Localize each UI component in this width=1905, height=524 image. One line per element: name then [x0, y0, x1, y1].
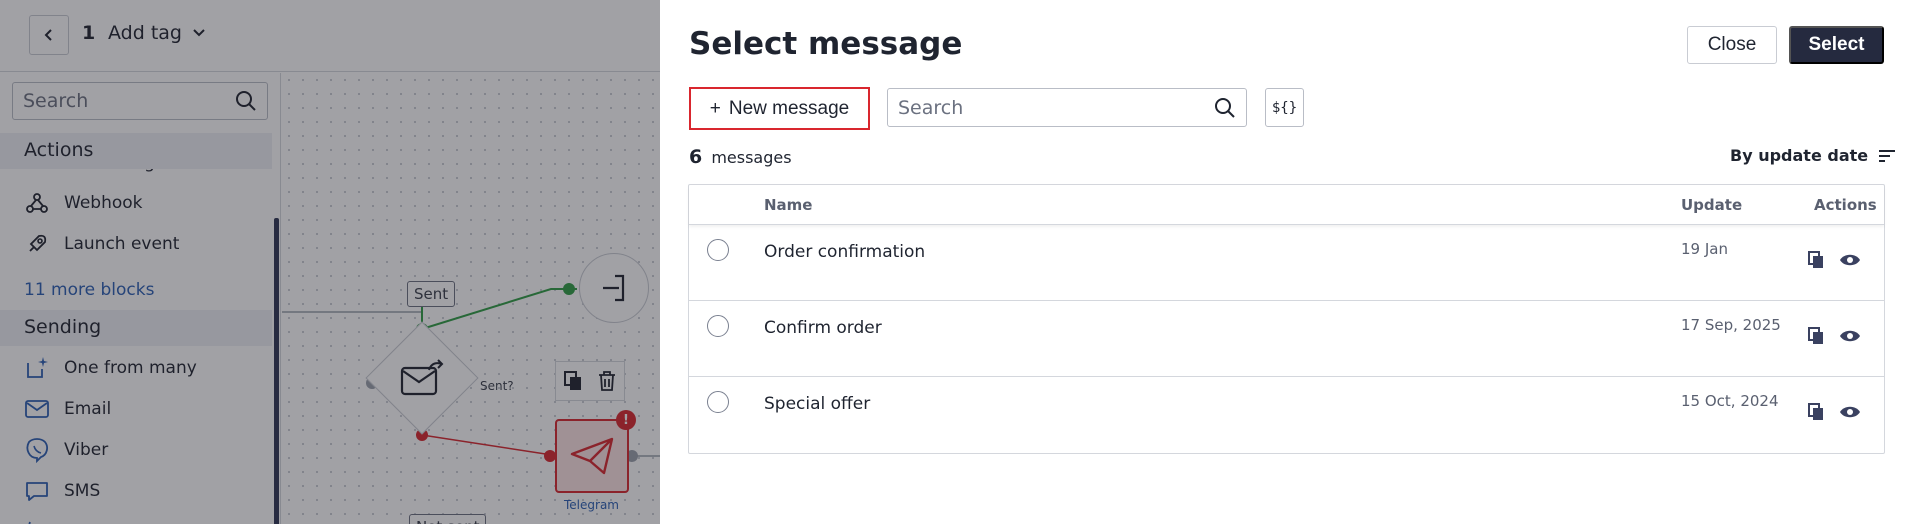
search-icon: [1215, 97, 1235, 118]
sort-lines-icon: [1879, 149, 1896, 162]
message-search-placeholder: Search: [898, 96, 964, 119]
column-header-name: Name: [764, 196, 813, 214]
copy-icon[interactable]: [1807, 326, 1825, 346]
message-name: Special offer: [764, 394, 871, 414]
eye-icon[interactable]: [1839, 404, 1861, 420]
variables-button[interactable]: ${}: [1265, 88, 1304, 127]
table-row[interactable]: Special offer 15 Oct, 2024: [689, 377, 1884, 453]
message-count-unit: messages: [711, 148, 792, 167]
message-count-value: 6: [689, 146, 703, 168]
panel-title: Select message: [689, 26, 963, 62]
sort-dropdown[interactable]: By update date: [1730, 146, 1896, 165]
eye-icon[interactable]: [1839, 328, 1861, 344]
message-date: 19 Jan: [1681, 240, 1728, 258]
row-radio[interactable]: [707, 239, 729, 261]
sort-label: By update date: [1730, 146, 1869, 165]
column-header-update: Update: [1681, 196, 1743, 214]
modal-backdrop[interactable]: [0, 0, 660, 524]
plus-icon: +: [709, 97, 721, 119]
message-name: Confirm order: [764, 318, 882, 338]
message-name: Order confirmation: [764, 242, 926, 262]
new-message-label: New message: [728, 97, 850, 119]
close-button[interactable]: Close: [1687, 26, 1777, 64]
select-message-panel: Select message Close Select + New messag…: [660, 0, 1905, 524]
message-date: 17 Sep, 2025: [1681, 316, 1781, 334]
row-radio[interactable]: [707, 391, 729, 413]
message-search-input[interactable]: Search: [887, 88, 1247, 127]
select-button[interactable]: Select: [1789, 26, 1884, 64]
copy-icon[interactable]: [1807, 402, 1825, 422]
row-radio[interactable]: [707, 315, 729, 337]
column-header-actions: Actions: [1814, 196, 1877, 214]
new-message-button[interactable]: + New message: [689, 87, 870, 130]
messages-table: Name Update Actions Order confirmation 1…: [688, 184, 1885, 454]
message-count: 6 messages: [689, 146, 792, 168]
copy-icon[interactable]: [1807, 250, 1825, 270]
table-header: Name Update Actions: [689, 185, 1884, 225]
eye-icon[interactable]: [1839, 252, 1861, 268]
message-date: 15 Oct, 2024: [1681, 392, 1779, 410]
table-row[interactable]: Confirm order 17 Sep, 2025: [689, 301, 1884, 377]
table-row[interactable]: Order confirmation 19 Jan: [689, 225, 1884, 301]
